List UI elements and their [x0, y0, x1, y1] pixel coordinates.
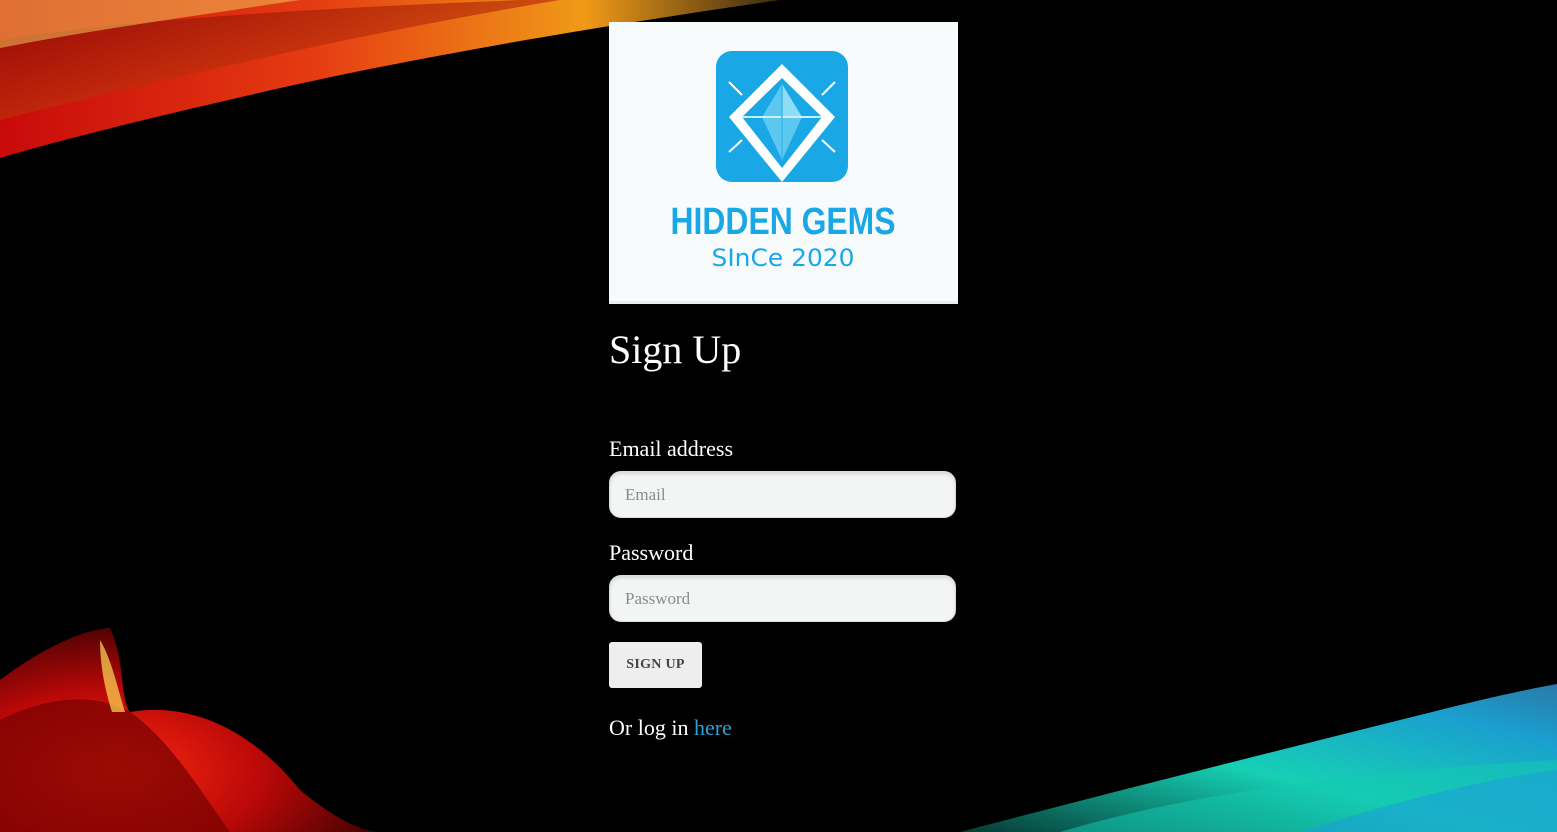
sign-up-button[interactable]: SIGN UP	[609, 642, 702, 688]
email-label: Email address	[609, 436, 734, 461]
login-link[interactable]: here	[694, 715, 732, 740]
signup-column: HIDDEN GEMS SInCe 2020 Sign Up Email add…	[609, 22, 958, 740]
logo-tagline-text: SInCe 2020	[712, 244, 855, 272]
logo-brand-text: HIDDEN GEMS	[671, 201, 896, 243]
email-input[interactable]	[609, 471, 956, 518]
hidden-gems-logo-icon: HIDDEN GEMS SInCe 2020	[671, 51, 896, 272]
password-label: Password	[609, 540, 694, 565]
password-input[interactable]	[609, 575, 956, 622]
login-prompt-text: Or log in	[609, 715, 694, 740]
brand-logo: HIDDEN GEMS SInCe 2020	[609, 22, 958, 304]
login-prompt: Or log in here	[609, 714, 732, 742]
page-background: HIDDEN GEMS SInCe 2020 Sign Up Email add…	[0, 0, 1557, 832]
page-title: Sign Up	[609, 327, 742, 372]
